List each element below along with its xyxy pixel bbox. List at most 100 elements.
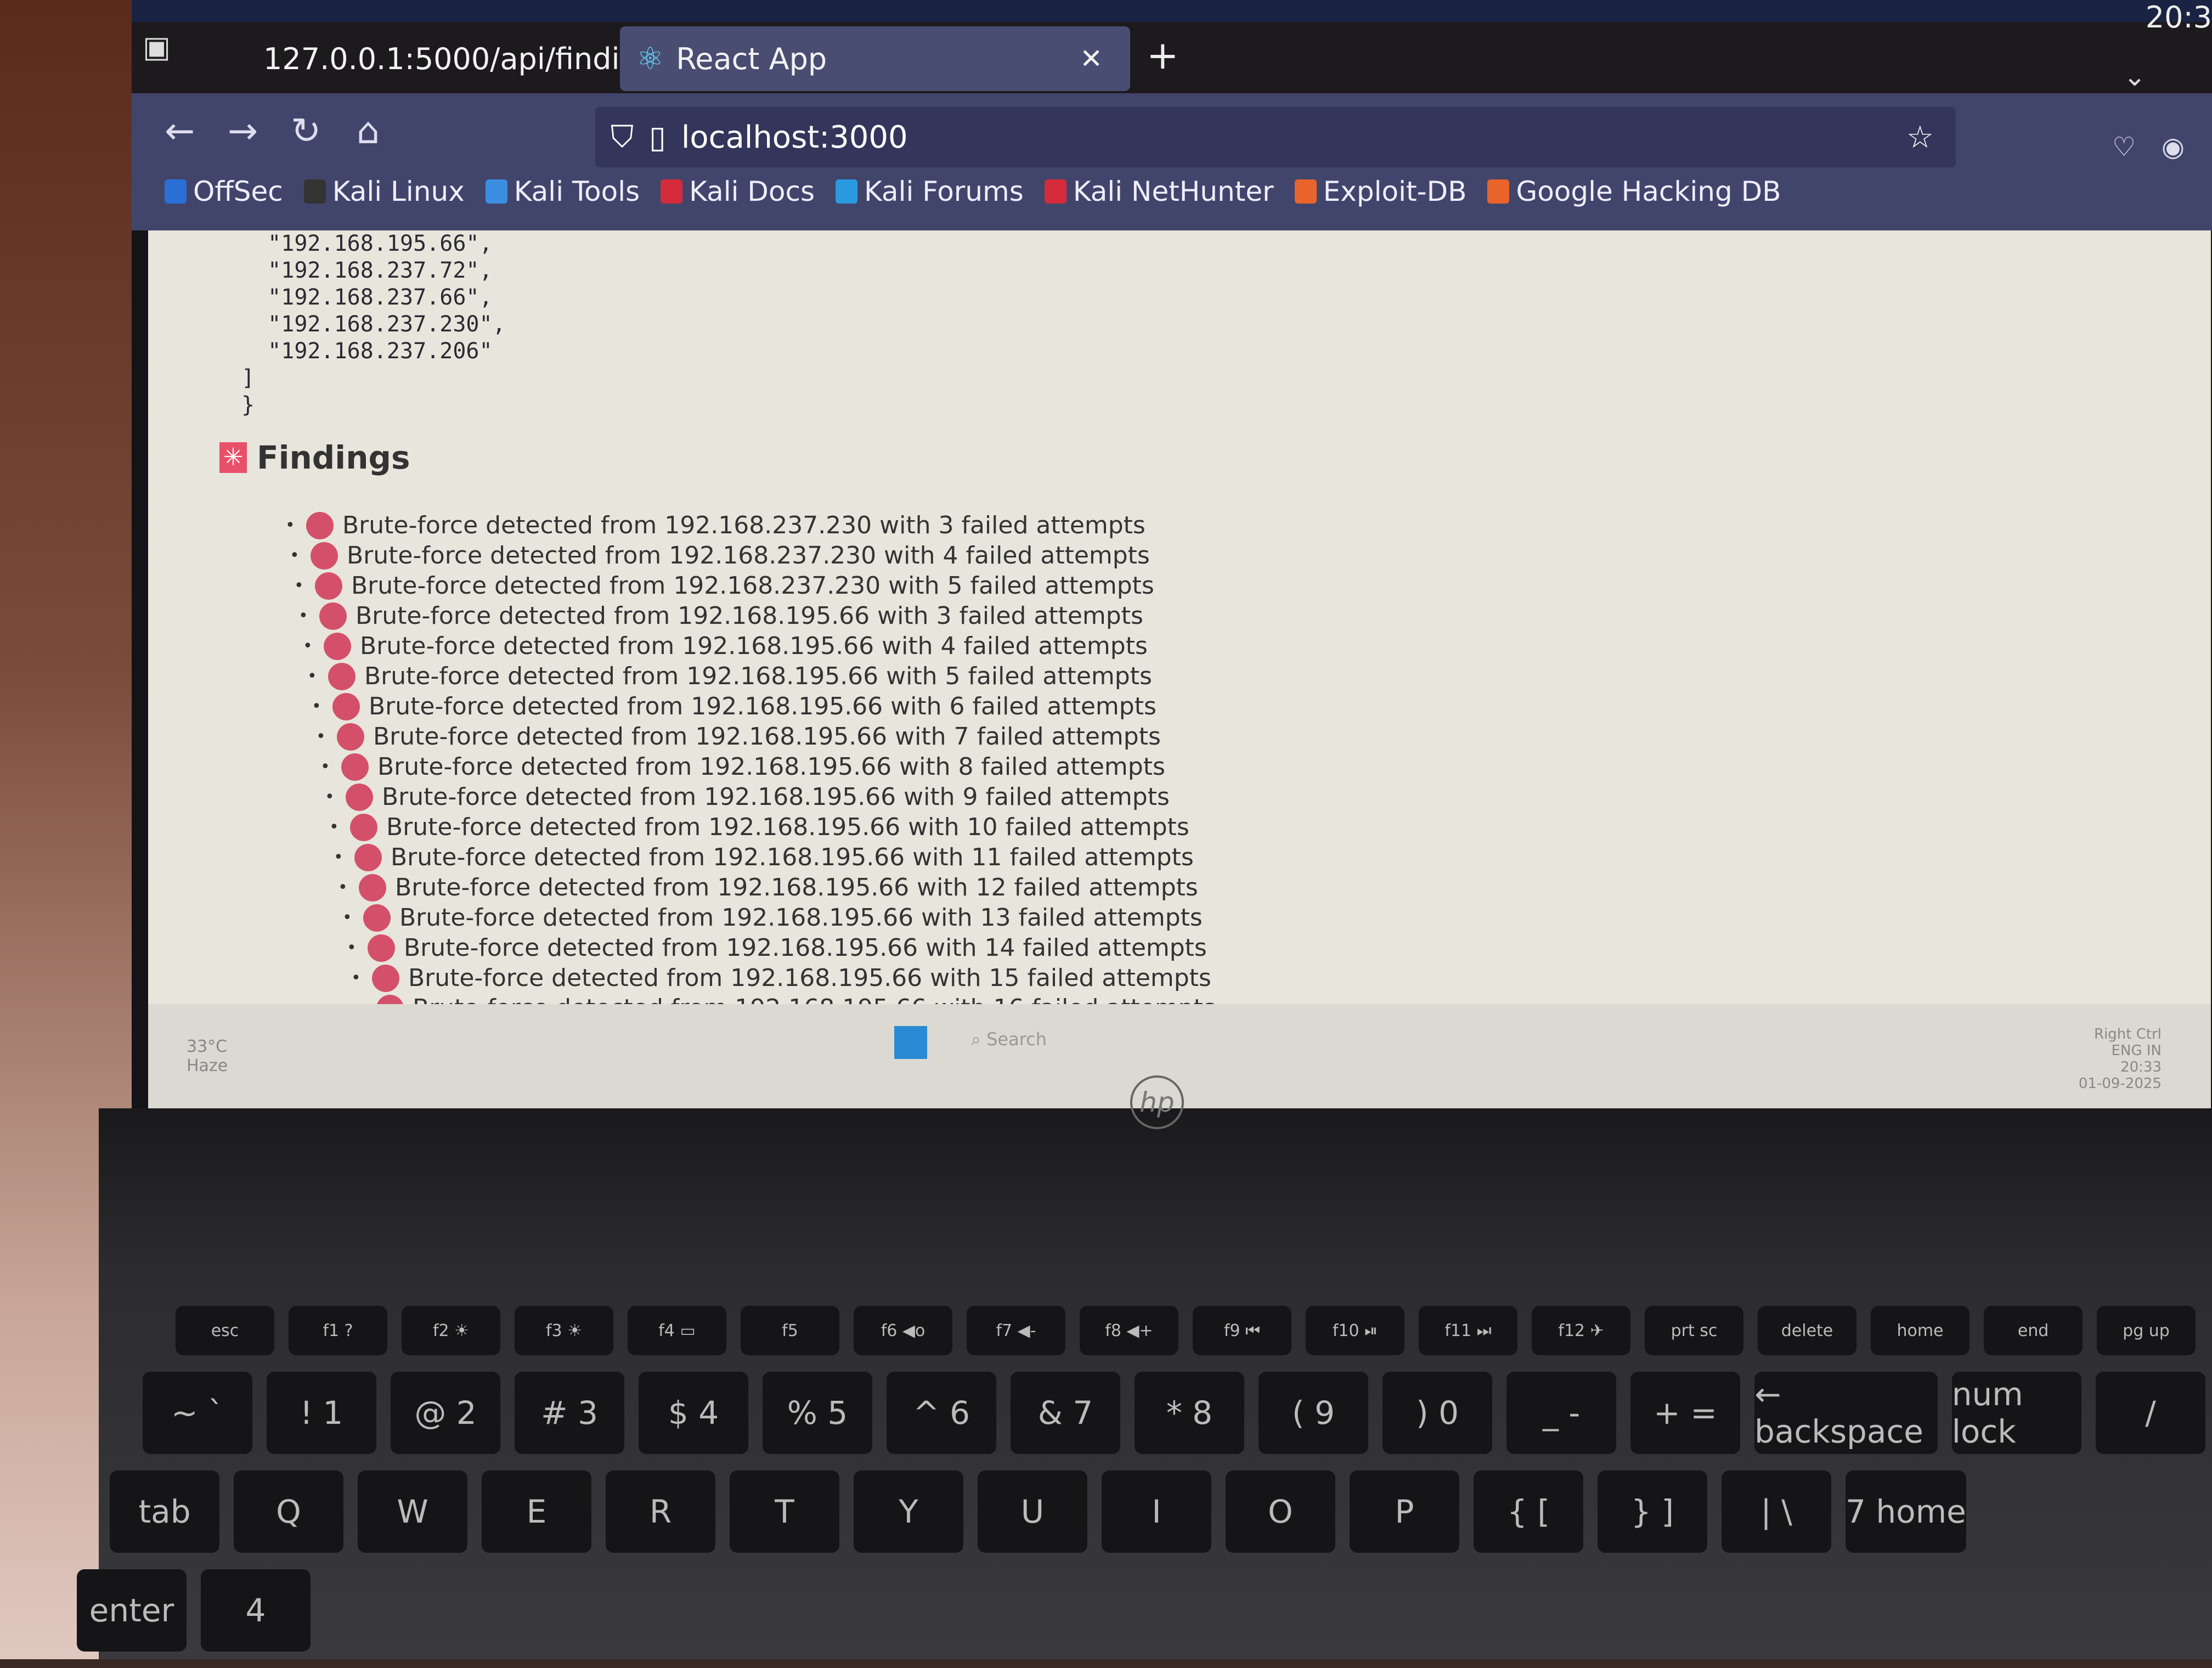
shield-icon[interactable]: ⛉ [611,119,634,155]
keyboard-key[interactable]: f9 ⏮ [1193,1306,1291,1355]
keyboard-key[interactable]: W [358,1470,467,1553]
bookmark-kali-nethunter[interactable]: Kali NetHunter [1044,176,1274,207]
red-circle-icon [368,934,395,962]
keyboard-key[interactable]: & 7 [1011,1372,1120,1454]
star-icon[interactable]: ☆ [1906,120,1934,155]
tray-date: 01-09-2025 [2078,1075,2162,1092]
keyboard-key[interactable]: esc [176,1306,274,1355]
back-icon[interactable]: ← [165,110,195,152]
keyboard-key[interactable]: $ 4 [639,1372,748,1454]
bullet-icon: • [294,576,304,595]
bookmark-label: Kali Forums [864,176,1024,207]
bookmark-exploit-db[interactable]: Exploit-DB [1294,176,1466,207]
bookmark-kali-linux[interactable]: Kali Linux [303,176,465,207]
bookmark-google-hacking-db[interactable]: Google Hacking DB [1487,176,1781,207]
account-icon[interactable]: ◉ [2162,132,2185,162]
red-circle-icon [337,723,364,751]
keyboard-key[interactable]: num lock [1951,1372,2081,1454]
keyboard-row: enter 4 [77,1569,2205,1652]
weather-widget[interactable]: 33°C Haze [187,1037,228,1075]
bookmark-offsec[interactable]: OffSec [165,176,283,207]
keyboard-key[interactable]: { [ [1474,1470,1583,1553]
keyboard-key[interactable]: * 8 [1135,1372,1244,1454]
keyboard-key[interactable]: 4 [201,1569,311,1652]
keyboard-key[interactable]: ) 0 [1383,1372,1492,1454]
keyboard-key[interactable]: / [2096,1372,2205,1454]
keyboard-key[interactable]: f2 ☀ [402,1306,500,1355]
keyboard-key[interactable]: Q [234,1470,343,1553]
host-clock: 20:3 [2145,0,2212,35]
keyboard-key[interactable]: prt sc [1645,1306,1743,1355]
keyboard-key[interactable]: ! 1 [267,1372,376,1454]
keyboard-key[interactable]: f5 [741,1306,839,1355]
keyboard-key[interactable]: ^ 6 [887,1372,996,1454]
keyboard-key[interactable]: % 5 [763,1372,872,1454]
keyboard-key[interactable]: 7 home [1846,1470,1966,1553]
json-line: ] [241,365,255,391]
keyboard-key[interactable]: end [1984,1306,2083,1355]
keyboard-key[interactable]: R [606,1470,715,1553]
keyboard-key[interactable]: f12 ✈ [1532,1306,1630,1355]
keyboard-key[interactable]: delete [1758,1306,1857,1355]
keyboard-key[interactable]: pg up [2097,1306,2196,1355]
bookmark-kali-forums[interactable]: Kali Forums [836,176,1024,207]
keyboard-key[interactable]: f3 ☀ [515,1306,613,1355]
finding-text: Brute-force detected from 192.168.195.66… [373,723,1161,751]
url-bar[interactable]: ⛉ ▯ localhost:3000 ☆ [595,107,1956,167]
keyboard-key[interactable]: f8 ◀+ [1080,1306,1178,1355]
keyboard-key[interactable]: tab [110,1470,219,1553]
keyboard-key[interactable]: f7 ◀- [967,1306,1065,1355]
forward-icon[interactable]: → [228,110,258,152]
keyboard-key[interactable]: Y [854,1470,963,1553]
finding-text: Brute-force detected from 192.168.195.66… [395,874,1198,901]
keyboard-key[interactable]: I [1102,1470,1211,1553]
keyboard-key[interactable]: P [1350,1470,1459,1553]
keyboard-key[interactable]: T [730,1470,839,1553]
keyboard-key[interactable]: ( 9 [1259,1372,1368,1454]
keyboard-key[interactable]: E [482,1470,591,1553]
keyboard-key[interactable]: home [1871,1306,1970,1355]
bookmark-favicon-icon [165,179,187,204]
page-icon: ▯ [649,119,666,155]
taskbar-search[interactable]: ⌕ Search [971,1029,1047,1050]
weather-desc: Haze [187,1056,228,1075]
keyboard-key[interactable]: enter [77,1569,187,1652]
chevron-down-icon[interactable]: ⌄ [2123,60,2146,92]
bookmark-kali-tools[interactable]: Kali Tools [485,176,640,207]
bullet-icon: • [320,757,330,776]
finding-item: • Brute-force detected from 192.168.195.6… [351,963,1216,993]
close-icon[interactable]: ✕ [1069,43,1114,75]
windows-start-icon[interactable] [894,1026,927,1059]
keyboard-key[interactable]: f10 ⏯ [1306,1306,1404,1355]
bookmark-kali-docs[interactable]: Kali Docs [661,176,815,207]
finding-item: • Brute-force detected from 192.168.195.6… [316,722,1216,752]
keyboard-key[interactable]: } ] [1598,1470,1707,1553]
keyboard-key[interactable]: f6 ◀o [854,1306,952,1355]
new-tab-button[interactable]: + [1147,33,1179,78]
reload-icon[interactable]: ↻ [291,110,321,152]
language-indicator[interactable]: ENG IN [2079,1042,2162,1059]
findings-list: • Brute-force detected from 192.168.237.2… [285,510,1216,1023]
red-circle-icon [324,632,351,660]
keyboard-key[interactable]: O [1226,1470,1335,1553]
keyboard-key[interactable]: f4 ▭ [628,1306,726,1355]
pocket-icon[interactable]: ♡ [2112,132,2136,162]
tab-react-app[interactable]: ⚛ React App ✕ [620,26,1130,91]
keyboard-key[interactable]: f11 ⏭ [1419,1306,1517,1355]
tab-label: 127.0.0.1:5000/api/findin [263,41,639,76]
keyboard-key[interactable]: f1 ? [289,1306,387,1355]
keyboard-key[interactable]: _ - [1506,1372,1616,1454]
finding-item: • Brute-force detected from 192.168.195.6… [298,601,1216,631]
keyboard-key[interactable]: U [978,1470,1087,1553]
finding-item: • Brute-force detected from 192.168.237.2… [285,510,1216,540]
finding-text: Brute-force detected from 192.168.195.66… [377,753,1165,781]
keyboard-key[interactable]: ← backspace [1754,1372,1938,1454]
keyboard-key[interactable]: ~ ` [143,1372,252,1454]
home-icon[interactable]: ⌂ [357,110,380,152]
keyboard-key[interactable]: # 3 [515,1372,624,1454]
keyboard-key[interactable]: | \ [1722,1470,1831,1553]
keyboard-key[interactable]: + = [1630,1372,1740,1454]
tab-overview-icon[interactable]: ▣ [143,32,173,63]
keyboard-key[interactable]: @ 2 [391,1372,500,1454]
nav-bar: ← → ↻ ⌂ ⛉ ▯ localhost:3000 ☆ ♡ ◉ OffSec K… [132,93,2212,230]
